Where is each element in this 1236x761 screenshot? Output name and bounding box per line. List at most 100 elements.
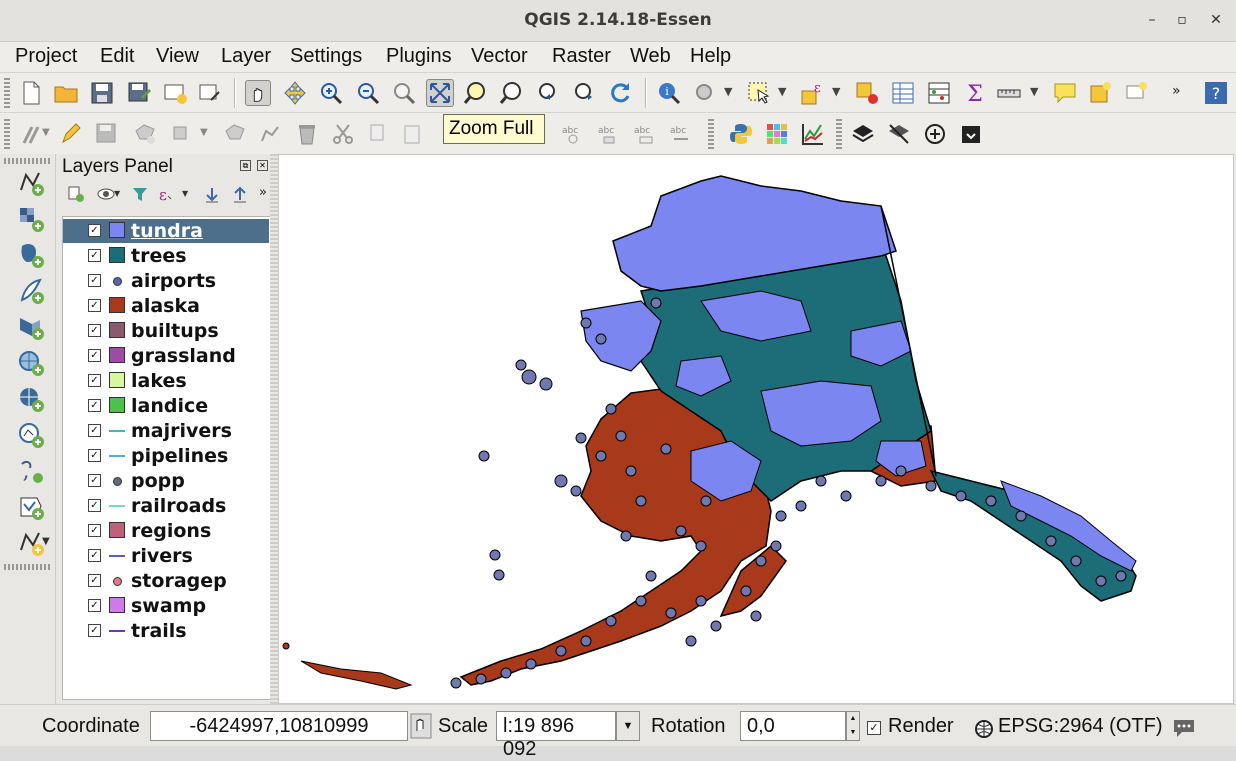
panel-splitter[interactable] — [270, 154, 278, 704]
profile-graph-icon[interactable] — [800, 121, 826, 147]
crs-globe-icon[interactable] — [974, 719, 994, 739]
zoom-full-icon[interactable] — [426, 79, 454, 107]
delete-selected-icon[interactable] — [294, 121, 320, 147]
pan-map-icon[interactable] — [245, 80, 271, 106]
zoom-to-selection-icon[interactable] — [463, 80, 489, 106]
menu-web[interactable]: Web — [630, 45, 671, 68]
add-postgis-layer-icon[interactable] — [16, 240, 46, 270]
toolbar-handle[interactable] — [4, 158, 52, 164]
toolbar-handle[interactable] — [708, 119, 714, 149]
layer-item-rivers[interactable]: ✓ rivers — [63, 544, 269, 568]
layer-item-storagep[interactable]: ✓ storagep — [63, 569, 269, 593]
scale-dropdown-icon[interactable]: ▼ — [616, 711, 640, 741]
menu-project[interactable]: Project — [15, 45, 77, 68]
save-as-icon[interactable] — [126, 80, 152, 106]
layer-visibility-checkbox[interactable]: ✓ — [88, 224, 101, 237]
new-bookmark-icon[interactable] — [1088, 80, 1114, 106]
float-panel-icon[interactable]: ⧉ — [240, 160, 251, 171]
refresh-icon[interactable] — [607, 80, 633, 106]
add-vector-layer-icon[interactable] — [16, 168, 46, 198]
chevron-down-icon[interactable]: ▼ — [42, 127, 50, 138]
menu-settings[interactable]: Settings — [290, 45, 362, 68]
menu-view[interactable]: View — [156, 45, 199, 68]
layer-visibility-checkbox[interactable]: ✓ — [88, 374, 101, 387]
layer-item-builtups[interactable]: ✓ builtups — [63, 319, 269, 343]
close-panel-icon[interactable]: ✕ — [257, 160, 268, 171]
identify-features-icon[interactable]: i — [656, 80, 682, 106]
menu-plugins[interactable]: Plugins — [386, 45, 452, 68]
layer-visibility-checkbox[interactable]: ✓ — [88, 524, 101, 537]
zoom-to-layer-icon[interactable] — [499, 80, 525, 106]
layer-visibility-checkbox[interactable]: ✓ — [88, 599, 101, 612]
close-icon[interactable]: ✕ — [1206, 10, 1226, 30]
collapse-all-icon[interactable] — [230, 184, 250, 204]
layer-item-trees[interactable]: ✓ trees — [63, 244, 269, 268]
move-feature-icon[interactable] — [168, 121, 194, 147]
new-print-composer-icon[interactable] — [162, 80, 188, 106]
layer-item-railroads[interactable]: ✓ railroads — [63, 494, 269, 518]
filter-legend-icon[interactable] — [130, 184, 150, 204]
save-edits-icon[interactable] — [94, 121, 120, 147]
zoom-out-icon[interactable] — [355, 80, 381, 106]
deselect-features-icon[interactable] — [854, 80, 880, 106]
layer-item-popp[interactable]: ✓ popp — [63, 469, 269, 493]
new-project-icon[interactable] — [18, 80, 44, 106]
manage-visibility-icon[interactable] — [96, 184, 116, 204]
layer-visibility-checkbox[interactable]: ✓ — [88, 324, 101, 337]
python-console-icon[interactable] — [728, 121, 754, 147]
measure-line-icon[interactable] — [996, 80, 1022, 106]
add-circle-icon[interactable] — [922, 121, 948, 147]
layer-item-landice[interactable]: ✓ landice — [63, 394, 269, 418]
menu-layer[interactable]: Layer — [221, 45, 271, 68]
expand-all-icon[interactable] — [202, 184, 222, 204]
field-calculator-icon[interactable] — [926, 80, 952, 106]
archive-icon[interactable] — [958, 121, 984, 147]
layer-visibility-checkbox[interactable]: ✓ — [88, 499, 101, 512]
layer-visibility-checkbox[interactable]: ✓ — [88, 399, 101, 412]
rotation-spinbox[interactable]: 0,0 — [740, 711, 846, 741]
node-tool-icon[interactable] — [222, 121, 248, 147]
toolbar-handle[interactable] — [4, 564, 52, 570]
layer-visibility-checkbox[interactable]: ✓ — [88, 449, 101, 462]
select-features-icon[interactable] — [746, 80, 772, 106]
help-icon[interactable]: ? — [1203, 80, 1229, 106]
statistical-summary-icon[interactable]: Σ — [962, 80, 988, 106]
add-mssql-layer-icon[interactable] — [16, 312, 46, 342]
cut-features-icon[interactable] — [330, 121, 356, 147]
zoom-native-icon[interactable] — [391, 80, 417, 106]
layer-item-grassland[interactable]: ✓ grassland — [63, 344, 269, 368]
layer-item-pipelines[interactable]: ✓ pipelines — [63, 444, 269, 468]
panel-toolbar-overflow-icon[interactable]: » — [259, 185, 267, 200]
pin-label-icon[interactable]: abc — [596, 121, 622, 147]
menu-help[interactable]: Help — [690, 45, 731, 68]
select-by-expression-icon[interactable]: ε — [800, 80, 826, 106]
scale-combobox[interactable]: l:19 896 092 — [496, 711, 616, 760]
add-feature-icon[interactable] — [132, 121, 158, 147]
chevron-down-icon[interactable]: ▼ — [724, 85, 732, 98]
filter-by-expression-icon[interactable]: ε — [156, 184, 176, 204]
layer-item-regions[interactable]: ✓ regions — [63, 519, 269, 543]
toggle-extents-icon[interactable] — [410, 713, 432, 739]
move-label-icon[interactable]: abc — [632, 121, 658, 147]
add-wfs-layer-icon[interactable] — [16, 420, 46, 450]
run-feature-action-icon[interactable] — [692, 80, 718, 106]
save-project-icon[interactable] — [89, 80, 115, 106]
copy-features-icon[interactable] — [365, 121, 391, 147]
zoom-last-icon[interactable] — [536, 80, 562, 106]
add-wms-layer-icon[interactable] — [16, 348, 46, 378]
rotate-label-icon[interactable]: abc — [668, 121, 694, 147]
layers-hide-icon[interactable] — [886, 121, 912, 147]
layer-item-swamp[interactable]: ✓ swamp — [63, 594, 269, 618]
add-group-icon[interactable] — [66, 184, 86, 204]
open-project-icon[interactable] — [53, 80, 79, 106]
map-tips-icon[interactable] — [1052, 80, 1078, 106]
layer-visibility-checkbox[interactable]: ✓ — [88, 574, 101, 587]
zoom-in-icon[interactable] — [318, 80, 344, 106]
alaska-map[interactable] — [279, 155, 1234, 704]
chevron-down-icon[interactable]: ▼ — [778, 85, 786, 98]
menu-raster[interactable]: Raster — [552, 45, 611, 68]
layer-item-majrivers[interactable]: ✓ majrivers — [63, 419, 269, 443]
add-raster-layer-icon[interactable] — [16, 204, 46, 234]
attribute-table-icon[interactable] — [890, 80, 916, 106]
crs-status[interactable]: EPSG:2964 (OTF) — [998, 715, 1163, 738]
